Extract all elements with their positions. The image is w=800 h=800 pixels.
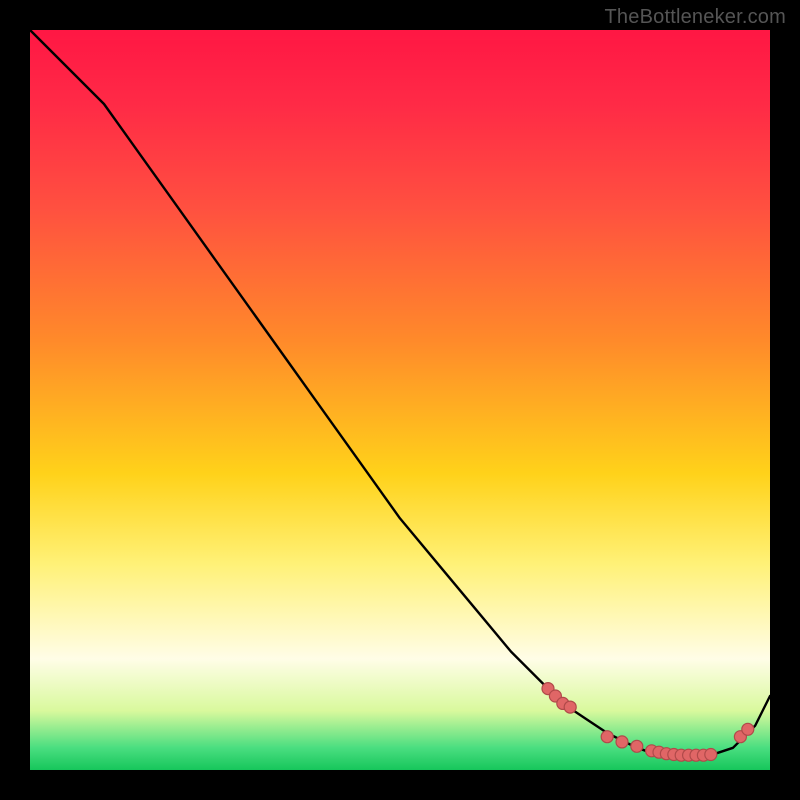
highlight-dot	[601, 731, 613, 743]
highlight-dot	[631, 740, 643, 752]
chart-svg	[30, 30, 770, 770]
highlight-dots	[542, 683, 754, 762]
bottleneck-curve	[30, 30, 770, 755]
highlight-dot	[705, 749, 717, 761]
plot-area	[30, 30, 770, 770]
chart-stage: TheBottleneker.com	[0, 0, 800, 800]
highlight-dot	[742, 723, 754, 735]
watermark-text: TheBottleneker.com	[605, 6, 786, 29]
highlight-dot	[616, 736, 628, 748]
highlight-dot	[564, 701, 576, 713]
